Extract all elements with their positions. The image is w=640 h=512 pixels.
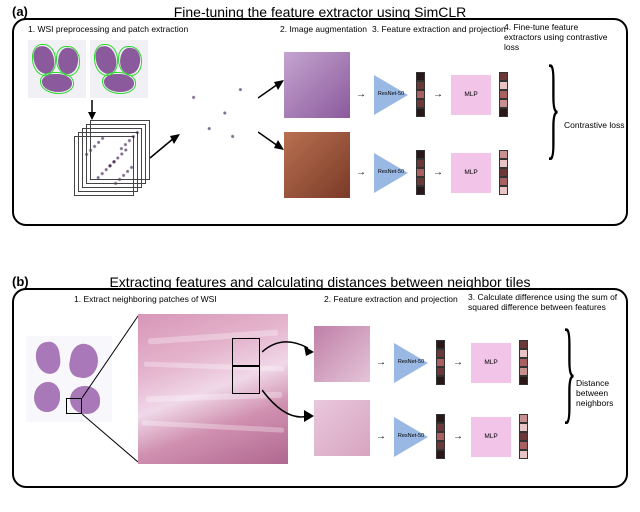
aug-patch-2 — [284, 132, 350, 198]
arrow-right-icon: → — [453, 357, 463, 368]
feature-vector — [436, 414, 445, 459]
neighbor-patch-1 — [314, 326, 370, 382]
wsi-image — [28, 40, 86, 98]
panel-b: (b) Extracting features and calculating … — [12, 288, 628, 488]
brace-icon: } — [546, 48, 560, 163]
step-b2: 2. Feature extraction and projection — [324, 294, 458, 304]
pipeline-row-b1: → ResNet-50 → MLP — [376, 340, 528, 385]
feature-vector — [436, 340, 445, 385]
feature-vector — [416, 150, 425, 195]
pipeline-row-2: → ResNet-50 → MLP — [356, 150, 508, 195]
feature-vector — [416, 72, 425, 117]
neighbor-patch-2 — [314, 400, 370, 456]
projection-vector — [519, 414, 528, 459]
step-b3: 3. Calculate difference using the sum of… — [468, 292, 618, 312]
arrow-right-icon — [148, 132, 182, 162]
panel-b-title: Extracting features and calculating dist… — [14, 274, 626, 290]
step-a2: 2. Image augmentation — [280, 24, 367, 34]
pipeline-row-b2: → ResNet-50 → MLP — [376, 414, 528, 459]
arrow-right-icon: → — [453, 431, 463, 442]
wsi-image — [90, 40, 148, 98]
panel-a: (a) Fine-tuning the feature extractor us… — [12, 18, 628, 226]
wsi-pair — [28, 40, 148, 100]
arrow-down-icon — [84, 100, 100, 120]
resnet-block: ResNet-50 — [374, 75, 408, 115]
projection-vector — [499, 150, 508, 195]
arrow-right-icon: → — [376, 431, 386, 442]
aug-patch-1 — [284, 52, 350, 118]
projection-vector — [499, 72, 508, 117]
resnet-block: ResNet-50 — [394, 343, 428, 383]
mlp-block: MLP — [471, 417, 511, 457]
resnet-block: ResNet-50 — [394, 417, 428, 457]
neighbor-box-1 — [232, 338, 260, 366]
mlp-block: MLP — [451, 75, 491, 115]
augmented-patches — [284, 52, 350, 198]
brace-icon: } — [562, 312, 576, 427]
arrow-right-icon: → — [356, 167, 366, 178]
panel-a-title: Fine-tuning the feature extractor using … — [14, 4, 626, 20]
single-patch — [178, 74, 256, 152]
selection-box — [66, 398, 82, 414]
arrow-right-icon: → — [356, 89, 366, 100]
resnet-block: ResNet-50 — [374, 153, 408, 193]
projection-vector — [519, 340, 528, 385]
patch-stack — [74, 120, 150, 196]
output-label-b: Distance between neighbors — [576, 378, 630, 408]
neighbor-box-2 — [232, 366, 260, 394]
arrow-curve-icon — [262, 386, 316, 426]
pipeline-row-1: → ResNet-50 → MLP — [356, 72, 508, 117]
arrow-right-icon: → — [433, 89, 443, 100]
zoom-lines-icon — [82, 314, 142, 464]
output-label-a: Contrastive loss — [564, 120, 634, 130]
mlp-block: MLP — [471, 343, 511, 383]
arrow-right-icon — [258, 80, 286, 100]
arrow-right-icon: → — [433, 167, 443, 178]
mlp-block: MLP — [451, 153, 491, 193]
step-a3: 3. Feature extraction and projection — [372, 24, 506, 34]
arrow-right-icon — [258, 130, 286, 150]
arrow-right-icon: → — [376, 357, 386, 368]
arrow-curve-icon — [262, 334, 316, 364]
step-b1: 1. Extract neighboring patches of WSI — [74, 294, 217, 304]
step-a1: 1. WSI preprocessing and patch extractio… — [28, 24, 188, 34]
